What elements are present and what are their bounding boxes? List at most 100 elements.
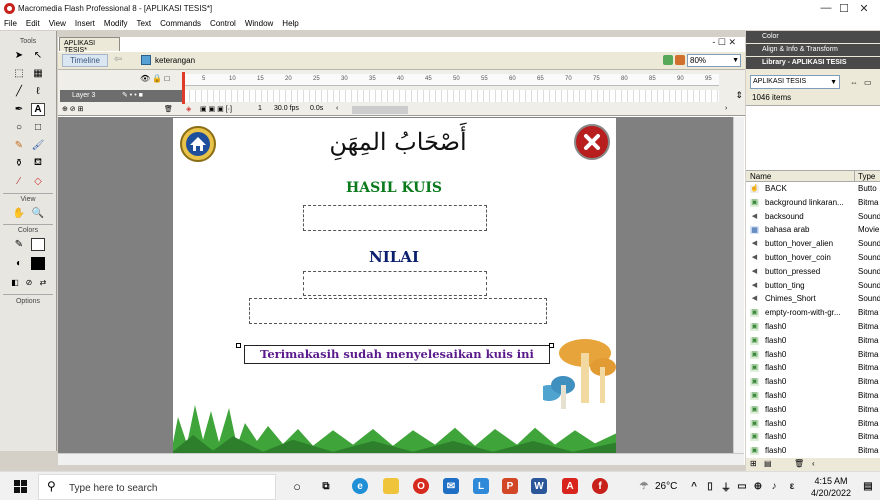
swap-colors-icon[interactable]: ⇄ [36,276,50,289]
arrow-tool-icon[interactable]: ➤ [12,49,26,62]
library-item[interactable]: ◀ button_hover_coin Sound [746,251,880,265]
pin-library-icon[interactable]: ⇔ [850,78,858,87]
col-type[interactable]: Type [854,171,875,182]
library-item[interactable]: ▣ flash0 Bitma [746,403,880,417]
library-item[interactable]: ▣ flash0 Bitma [746,334,880,348]
mail-icon[interactable]: ✉ [443,478,459,494]
network-icon[interactable]: ⊕ [750,478,766,494]
rectangle-tool-icon[interactable]: □ [31,121,45,134]
library-item[interactable]: ▣ empty-room-with-gr... Bitma [746,306,880,320]
answer-textfield[interactable] [249,298,547,324]
menu-file[interactable]: File [4,19,17,28]
fill-swatch[interactable] [31,257,45,270]
library-item[interactable]: ▦ bahasa arab Movie [746,223,880,237]
trash-icon[interactable]: 🗑 [794,459,804,468]
edge-icon[interactable]: e [352,478,368,494]
task-view-icon[interactable]: ⧉ [318,478,334,494]
new-folder-icon[interactable]: ▤ [764,459,772,468]
library-select[interactable]: APLIKASI TESIS ▼ [750,75,840,89]
document-window-controls[interactable]: - ☐ ✕ [712,37,736,48]
clock[interactable]: 4:15 AM 4/20/2022 [808,475,854,499]
exit-button[interactable] [574,124,610,160]
menu-view[interactable]: View [49,19,66,28]
keyboard-icon[interactable]: ▭ [734,478,750,494]
stroke-color-icon[interactable]: ✎ [12,238,26,251]
line-tool-icon[interactable]: ╱ [12,85,26,98]
text-tool-icon[interactable]: A [31,103,45,116]
oval-tool-icon[interactable]: ○ [12,121,26,134]
menu-text[interactable]: Text [136,19,151,28]
library-item[interactable]: ◀ button_ting Sound [746,279,880,293]
fill-transform-tool-icon[interactable]: ▦ [31,67,45,80]
paint-bucket-tool-icon[interactable]: ⛾ [31,157,45,170]
selection-handle[interactable] [236,343,241,348]
stroke-swatch[interactable] [31,238,45,251]
file-explorer-icon[interactable] [383,478,399,494]
thanks-message[interactable]: Terimakasih sudah menyelesaikan kuis ini [244,345,550,364]
add-layer-icons[interactable]: ⊕ ⊘ ⊞ [62,105,84,113]
tray-chevron-icon[interactable]: ^ [686,478,702,494]
pencil-tool-icon[interactable]: ✎ [12,139,26,152]
new-library-icon[interactable]: ▭ [864,78,872,87]
timeline-scrollbar[interactable] [352,106,408,114]
library-item[interactable]: ▣ flash0 Bitma [746,417,880,431]
eraser-tool-icon[interactable]: ◇ [31,175,45,188]
opera-icon[interactable]: O [413,478,429,494]
volume-icon[interactable]: ♪ [766,478,782,494]
eyedropper-tool-icon[interactable]: ⁄ [12,175,26,188]
menu-window[interactable]: Window [245,19,273,28]
black-white-icon[interactable]: ◧ [8,276,22,289]
library-item[interactable]: ▣ flash0 Bitma [746,348,880,362]
cortana-icon[interactable]: ○ [289,478,305,494]
library-panel-header[interactable]: Library - APLIKASI TESIS [746,57,880,69]
taskbar-search[interactable]: ⚲ Type here to search [38,474,276,500]
temperature[interactable]: 26°C [655,481,677,492]
library-item[interactable]: ◀ button_pressed Sound [746,265,880,279]
layer-row[interactable]: Layer 3 ✎ • • ■ [60,90,182,102]
app-l-icon[interactable]: L [473,478,489,494]
menu-control[interactable]: Control [210,19,236,28]
library-item[interactable]: ☝ BACK Butto [746,182,880,196]
acrobat-icon[interactable]: A [562,478,578,494]
result-textfield[interactable] [303,205,487,231]
center-frame-icon[interactable]: ◈ [186,105,191,113]
library-item[interactable]: ◀ button_hover_alien Sound [746,237,880,251]
usb-icon[interactable]: ⏚ [718,478,734,494]
color-panel-header[interactable]: Color [746,31,880,43]
layer-status-icons[interactable]: ✎ • • ■ [122,90,143,102]
menu-edit[interactable]: Edit [26,19,40,28]
battery-icon[interactable]: ▯ [702,478,718,494]
library-item[interactable]: ▣ flash0 Bitma [746,361,880,375]
layer-frames[interactable] [184,90,719,102]
menu-modify[interactable]: Modify [104,19,128,28]
playhead[interactable] [182,72,185,104]
library-item[interactable]: ◀ backsound Sound [746,210,880,224]
onion-skin-icons[interactable]: ▣ ▣ ▣ [·] [200,105,232,113]
flash-taskbar-icon[interactable]: f [592,478,608,494]
frame-ruler[interactable]: 5 10 15 20 25 30 35 40 45 50 55 60 65 70… [184,74,719,86]
subselect-tool-icon[interactable]: ↖ [31,49,45,62]
scroll-right-icon[interactable]: › [725,105,727,112]
zoom-select[interactable]: 80% ▼ [687,54,741,67]
score-textfield[interactable] [303,271,487,296]
windows-start-icon[interactable] [14,480,28,494]
menu-commands[interactable]: Commands [160,19,201,28]
weather-icon[interactable]: ☂ [636,478,652,494]
home-button[interactable] [180,126,216,162]
language-icon[interactable]: ε [784,478,800,494]
new-symbol-icon[interactable]: ⊞ [750,459,757,468]
selection-handle[interactable] [549,343,554,348]
brush-tool-icon[interactable]: 🖌 [31,139,45,152]
scroll-left-icon[interactable]: ‹ [336,105,338,112]
library-item[interactable]: ▣ flash0 Bitma [746,389,880,403]
pen-tool-icon[interactable]: ✒ [12,103,26,116]
powerpoint-icon[interactable]: P [502,478,518,494]
document-tab[interactable]: APLIKASI TESIS* [59,37,120,54]
close-window-button[interactable]: ✕ [846,0,880,16]
layer-visibility-icons[interactable]: 👁 🔒 □ [140,74,169,83]
menu-insert[interactable]: Insert [75,19,95,28]
align-panel-header[interactable]: Align & Info & Transform [746,44,880,56]
library-item[interactable]: ◀ Chimes_Short Sound [746,292,880,306]
back-arrow-icon[interactable]: ⇦ [114,54,122,65]
edit-symbols-icon[interactable] [663,55,673,65]
